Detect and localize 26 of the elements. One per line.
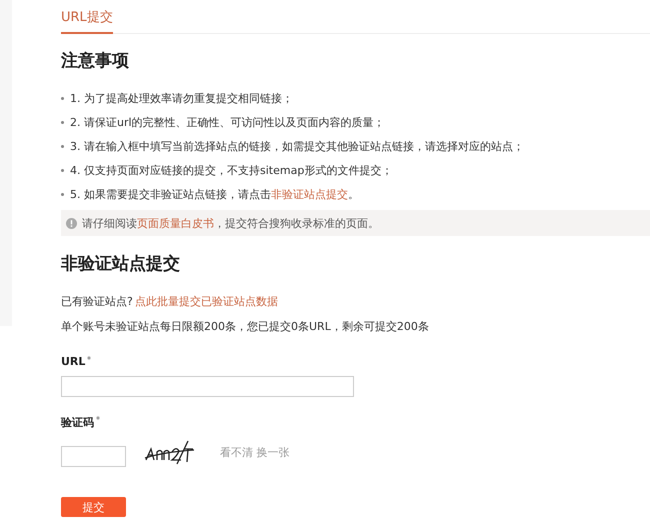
bullet-icon: [61, 144, 64, 148]
note-text: 4. 仅支持页面对应链接的提交，不支持sitemap形式的文件提交；: [70, 162, 392, 178]
note-text: 3. 请在输入框中填写当前选择站点的链接，如需提交其他验证站点链接，请选择对应的站点；: [70, 138, 524, 154]
note-text: 2. 请保证url的完整性、正确性、可访问性以及页面内容的质量；: [70, 114, 385, 130]
field-label: 验证码: [61, 415, 94, 430]
link[interactable]: 点此批量提交已验证站点数据: [134, 294, 278, 309]
submit-button[interactable]: 提交: [61, 497, 126, 517]
prompt-text: 已有验证站点?: [61, 294, 133, 309]
bullet-icon: [61, 96, 64, 100]
link[interactable]: 页面质量白皮书: [137, 216, 214, 230]
url-input-field[interactable]: [61, 376, 354, 397]
note-text: 1. 为了提高处理效率请勿重复提交相同链接；: [70, 90, 293, 106]
field-label: URL: [61, 355, 86, 368]
tab[interactable]: URL提交: [61, 8, 113, 34]
bullet-icon: [61, 120, 64, 124]
quota-text: 单个账号未验证站点每日限额200条，您已提交0条URL，剩余可提交200条: [61, 319, 430, 334]
note-text: 5. 如果需要提交非验证站点链接，请点击非验证站点提交。: [70, 186, 359, 202]
link[interactable]: 非验证站点提交: [271, 188, 348, 200]
notice-text: 请仔细阅读页面质量白皮书，提交符合搜狗收录标准的页面。: [82, 216, 379, 230]
info-icon: [66, 218, 77, 228]
bullet-icon: [61, 192, 64, 196]
section-heading: 非验证站点提交: [61, 253, 181, 275]
bullet-icon: [61, 168, 64, 172]
section-heading: 注意事项: [61, 50, 130, 72]
refresh-captcha-link[interactable]: 看不清 换一张: [220, 445, 290, 460]
captcha-input-field[interactable]: [61, 446, 126, 467]
